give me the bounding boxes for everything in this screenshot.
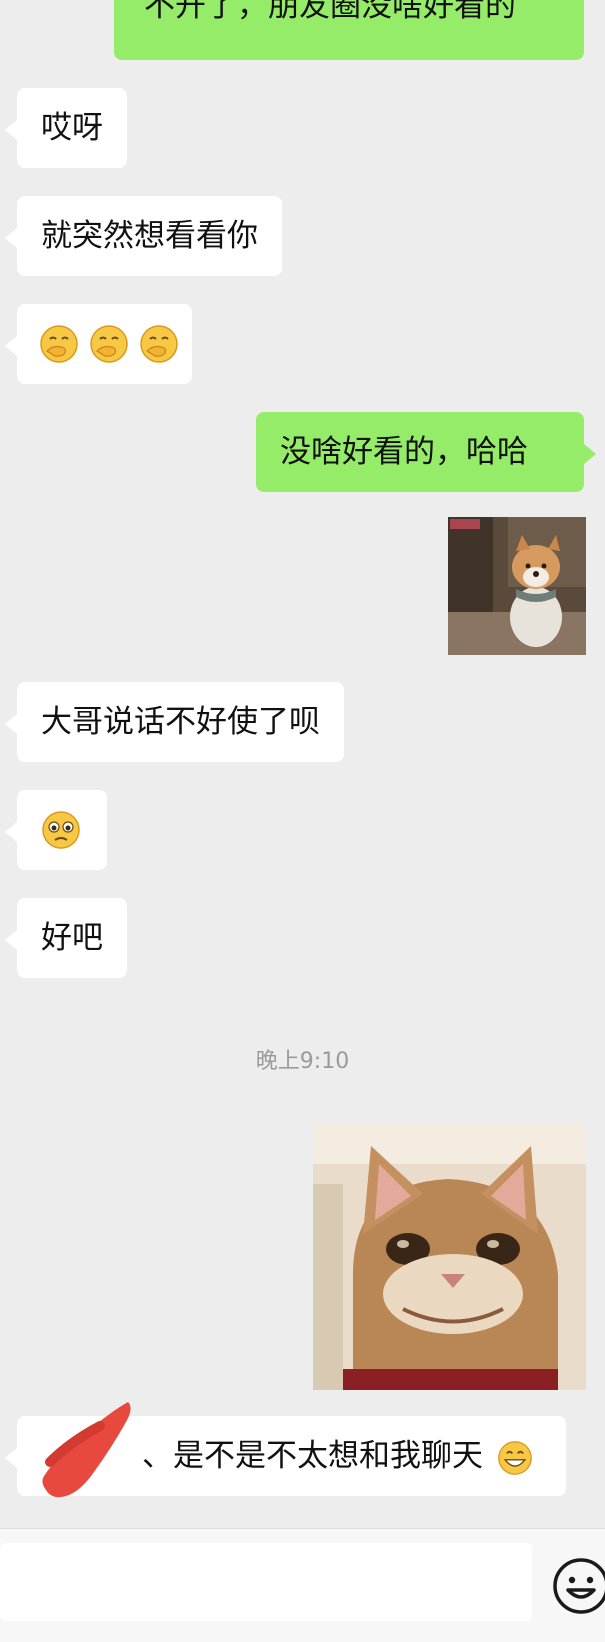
message-input[interactable]: [0, 1543, 532, 1621]
face-with-hand-over-mouth-emoji: [40, 324, 78, 363]
message-text: 没啥好看的，哈哈: [280, 434, 528, 470]
smiley-icon[interactable]: [552, 1557, 605, 1615]
message-bubble-incoming[interactable]: 哎呀: [5, 88, 127, 168]
grinning-face-emoji: [497, 1440, 532, 1475]
message-bubble-incoming[interactable]: 就突然想看看你: [5, 196, 282, 276]
message-bubble-incoming[interactable]: [5, 790, 107, 870]
message-bubble-outgoing[interactable]: 不开了，朋友圈没啥好看的: [114, 0, 584, 60]
face-with-hand-over-mouth-emoji: [90, 324, 128, 363]
message-bubble-incoming[interactable]: 好吧: [5, 898, 127, 978]
message-text: 不开了，朋友圈没啥好看的: [144, 0, 516, 24]
message-text: 好吧: [41, 920, 103, 956]
chat-area[interactable]: 不开了，朋友圈没啥好看的 哎呀 就突然想看看你 没啥好看的，哈哈 大哥说话不好使…: [0, 0, 605, 1528]
message-bubble-incoming[interactable]: 大哥说话不好使了呗: [5, 682, 344, 762]
pleading-face-emoji: [42, 810, 80, 849]
message-bubble-outgoing[interactable]: 没啥好看的，哈哈: [256, 412, 596, 492]
message-text: 大哥说话不好使了呗: [41, 704, 320, 740]
smiling-cat-photo[interactable]: [313, 1124, 586, 1390]
message-text: 就突然想看看你: [41, 218, 258, 254]
shiba-dog-photo[interactable]: [448, 517, 586, 655]
redaction-scribble: [42, 1402, 131, 1498]
message-bubble-incoming[interactable]: [5, 304, 192, 384]
input-bar: [0, 1528, 605, 1642]
face-with-hand-over-mouth-emoji: [139, 324, 178, 363]
shiba-dog-illustration: [448, 517, 586, 655]
smiling-cat-illustration: [313, 1124, 586, 1390]
message-timestamp: 晚上9:10: [255, 1049, 350, 1074]
message-text: 哎呀: [41, 110, 103, 146]
message-text: 、是不是不太想和我聊天: [142, 1438, 483, 1474]
